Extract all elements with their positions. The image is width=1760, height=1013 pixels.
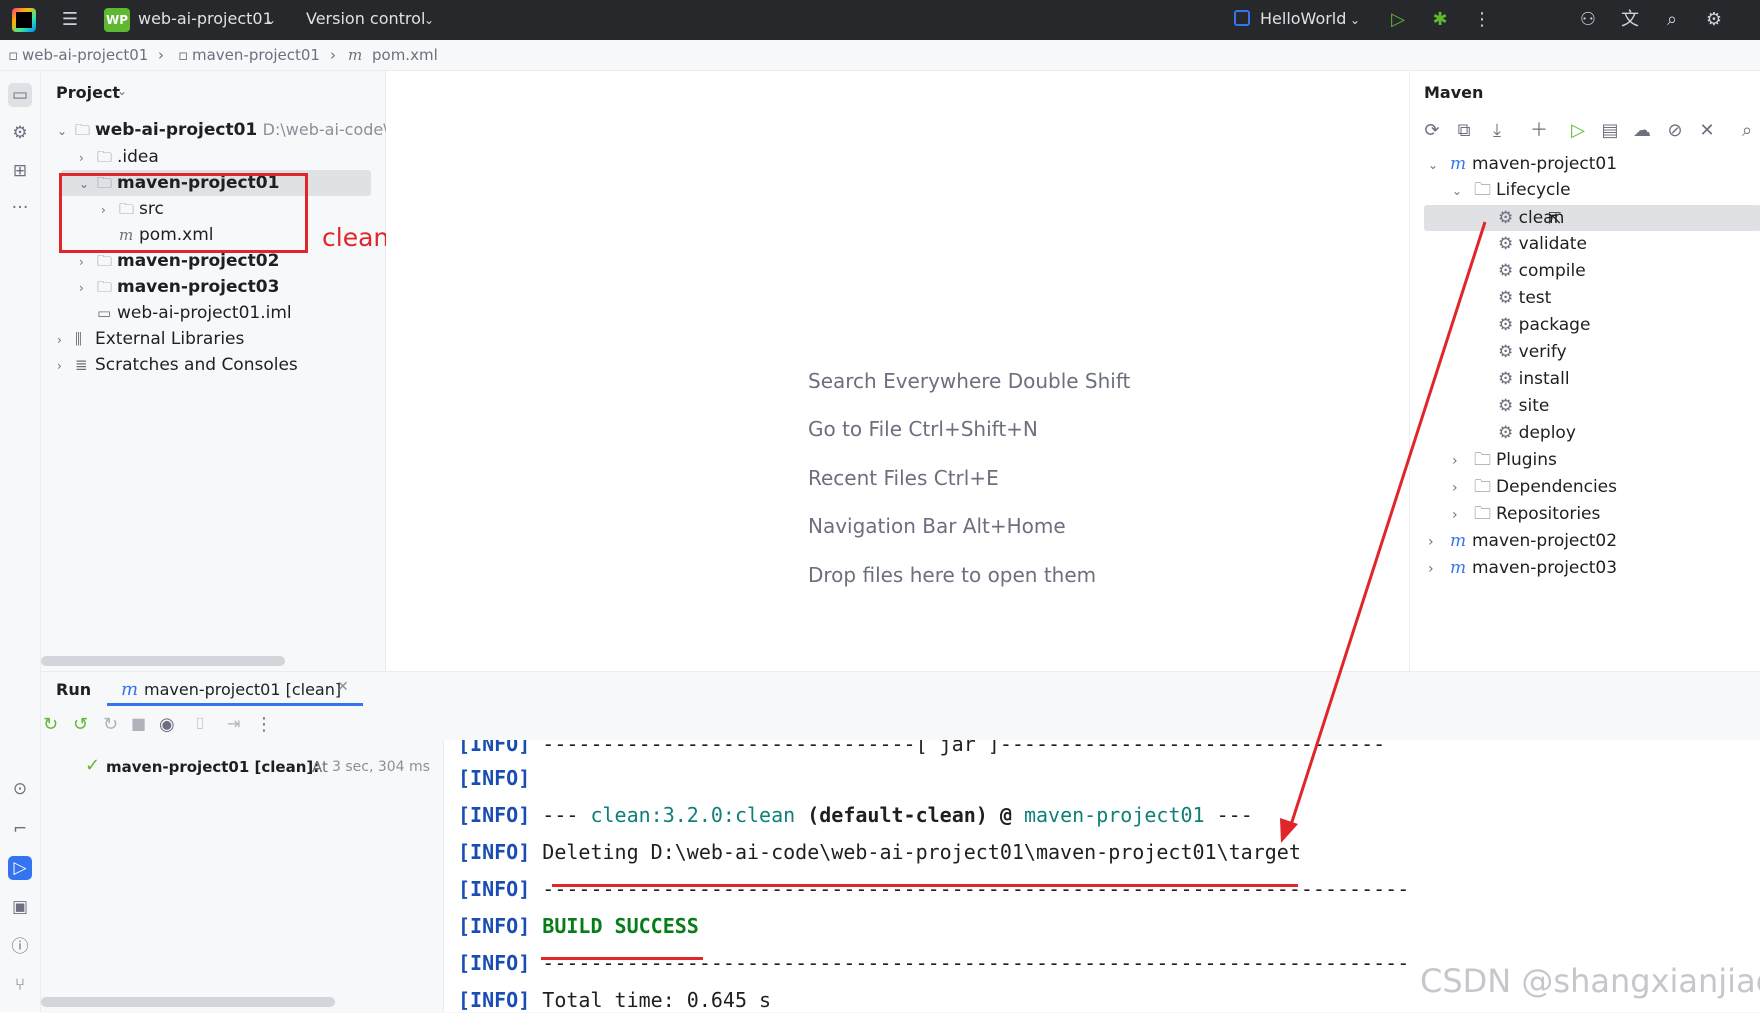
annotation-arrow <box>1280 221 1487 843</box>
watermark: CSDN @shangxianjiao <box>1420 962 1760 1000</box>
